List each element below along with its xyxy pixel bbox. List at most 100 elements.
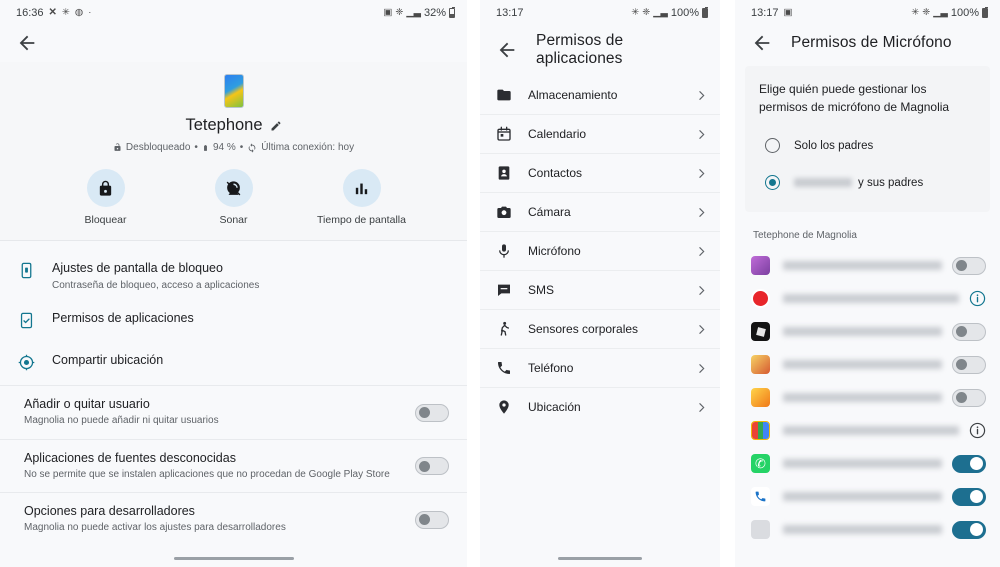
section-label: Tetephone de Magnolia [753,230,857,241]
chevron-right-icon [699,168,705,178]
toggle-title: Añadir o quitar usuario [24,397,150,412]
setting-title: Compartir ubicación [52,353,164,368]
quick-actions: Bloquear Sonar Tiempo de pantalla [0,169,467,226]
permission-label: Ubicación [528,400,581,414]
app-row[interactable] [735,513,1000,546]
radio-button-selected[interactable] [765,175,780,190]
alarm-icon: ▣ [383,6,393,18]
permission-item-microfono[interactable]: Micrófono [480,232,720,271]
permission-item-almacenamiento[interactable]: Almacenamiento [480,76,720,115]
info-icon[interactable] [969,422,986,439]
redacted-app-name [783,360,942,369]
action-bloquear[interactable]: Bloquear [58,169,154,226]
toggle-switch[interactable] [952,487,986,506]
app-row[interactable] [735,249,1000,282]
redacted-app-name [783,393,942,402]
setting-title: Ajustes de pantalla de bloqueo [52,261,223,275]
panel-gap [467,0,480,567]
back-arrow-icon[interactable] [16,32,38,54]
toggle-switch[interactable] [952,388,986,407]
app-bar [0,22,467,62]
chevron-right-icon [699,246,705,256]
settings-list: Ajustes de pantalla de bloqueo Contraseñ… [0,241,467,385]
status-time: 13:17 [496,6,524,19]
permission-item-calendario[interactable]: Calendario [480,115,720,154]
radio-label: y sus padres [858,176,924,189]
setting-item-location-sharing[interactable]: Compartir ubicación [0,343,467,385]
chevron-right-icon [699,90,705,100]
battery-icon [449,6,455,18]
permission-item-contactos[interactable]: Contactos [480,154,720,193]
contacts-icon [496,165,516,181]
app-row[interactable] [735,414,1000,447]
battery-icon [982,6,988,18]
battery-percent: 100% [670,6,699,19]
toggle-switch[interactable] [952,355,986,374]
radio-option-solo-los-padres[interactable]: Solo los padres [759,138,976,153]
signal-icon: ▁▃ [653,6,668,18]
calendar-icon [496,126,516,142]
whatsapp-icon: ✆ [751,454,770,473]
permission-label: SMS [528,283,555,297]
action-sonar[interactable]: Sonar [186,169,282,226]
toggle-switch[interactable] [952,454,986,473]
folder-icon [496,87,516,103]
action-label: Sonar [219,214,248,226]
toggle-switch[interactable] [415,457,449,476]
app-icon [751,355,770,374]
chevron-right-icon [699,285,705,295]
toggle-switch[interactable] [415,510,449,529]
three-phone-screenshots: 16:36 ✕ ✳ ◍ · ▣ ❈ ▁▃ 32% Tetephone Desbl… [0,0,1000,567]
permission-item-ubicacion[interactable]: Ubicación [480,388,720,426]
meta-sep-2: • [239,142,244,153]
chevron-right-icon [699,402,705,412]
back-arrow-icon[interactable] [496,39,518,61]
permission-item-camara[interactable]: Cámara [480,193,720,232]
toggle-switch[interactable] [952,322,986,341]
app-permissions-icon [18,310,40,334]
radio-button[interactable] [765,138,780,153]
phone-screen-app-permissions: 13:17 ✳ ❈ ▁▃ 100% Permisos de aplicacion… [480,0,720,567]
app-row[interactable] [735,348,1000,381]
action-tiempo-de-pantalla[interactable]: Tiempo de pantalla [314,169,410,226]
app-row[interactable]: ✆ [735,447,1000,480]
whatsapp-icon: ◍ [74,6,84,18]
permission-item-telefono[interactable]: Teléfono [480,349,720,388]
bluetooth-icon: ✳ [911,6,920,18]
setting-subtitle: Contraseña de bloqueo, acceso a aplicaci… [52,279,260,291]
back-arrow-icon[interactable] [751,32,773,54]
permission-label: Contactos [528,166,583,180]
toggle-row-developer-options[interactable]: Opciones para desarrolladores Magnolia n… [0,492,467,546]
redacted-app-name [783,327,942,336]
radio-option-child-and-parents[interactable]: y sus padres [759,175,976,190]
app-row[interactable] [735,315,1000,348]
toggle-switch[interactable] [952,520,986,539]
app-icon [751,289,770,308]
info-icon[interactable] [969,290,986,307]
toggle-settings-list: Añadir o quitar usuario Magnolia no pued… [0,385,467,546]
redacted-app-name [783,525,942,534]
permission-item-sms[interactable]: SMS [480,271,720,310]
app-permission-list: ✆ [735,249,1000,546]
setting-item-app-permissions[interactable]: Permisos de aplicaciones [0,301,467,343]
location-share-icon [18,352,40,376]
app-row[interactable] [735,480,1000,513]
chevron-right-icon [699,324,705,334]
app-icon [751,388,770,407]
toggle-title: Aplicaciones de fuentes desconocidas [24,450,236,465]
app-row[interactable] [735,381,1000,414]
app-row[interactable] [735,282,1000,315]
setting-title: Permisos de aplicaciones [52,311,194,326]
last-connection: Última conexión: hoy [261,142,355,153]
toggle-row-add-remove-user[interactable]: Añadir o quitar usuario Magnolia no pued… [0,385,467,439]
toggle-switch[interactable] [952,256,986,275]
battery-small-icon [203,144,207,151]
toggle-row-unknown-sources[interactable]: Aplicaciones de fuentes desconocidas No … [0,438,467,493]
permission-item-sensores-corporales[interactable]: Sensores corporales [480,310,720,349]
edit-pencil-icon[interactable] [270,120,282,132]
toggle-switch[interactable] [415,403,449,422]
lock-icon-circle [86,169,125,207]
device-illustration [223,74,244,108]
permission-label: Almacenamiento [528,88,618,102]
setting-item-lockscreen[interactable]: Ajustes de pantalla de bloqueo Contraseñ… [0,251,467,301]
